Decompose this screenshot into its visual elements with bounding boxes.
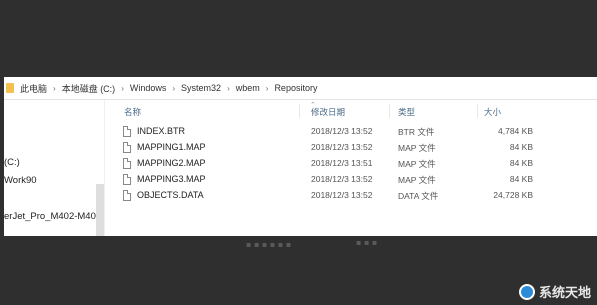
address-bar[interactable]: 此电脑 › 本地磁盘 (C:) › Windows › System32 › w…	[4, 77, 597, 100]
chevron-right-icon: ›	[172, 83, 176, 93]
file-date: 2018/12/3 13:52	[311, 126, 373, 136]
file-size: 24,728 KB	[493, 190, 533, 200]
breadcrumb-item[interactable]: wbem	[236, 83, 260, 93]
file-date: 2018/12/3 13:51	[311, 158, 373, 168]
column-divider[interactable]	[299, 104, 300, 118]
watermark-logo-icon	[518, 283, 535, 300]
file-icon	[123, 142, 131, 153]
breadcrumb-item[interactable]: Repository	[274, 83, 317, 93]
column-header-date[interactable]: 修改日期	[311, 106, 345, 118]
chevron-right-icon: ›	[53, 83, 56, 93]
file-size: 84 KB	[509, 142, 533, 152]
file-type: MAP 文件	[398, 159, 436, 169]
column-header-size[interactable]: 大小	[484, 106, 501, 118]
watermark-text: 系统天地	[538, 286, 591, 301]
file-date: 2018/12/3 13:52	[311, 190, 373, 200]
file-date: 2018/12/3 13:52	[311, 174, 373, 184]
file-name: MAPPING1.MAP	[137, 142, 206, 152]
chevron-right-icon: ›	[265, 83, 269, 93]
file-type: MAP 文件	[398, 175, 436, 185]
file-name: MAPPING3.MAP	[137, 174, 206, 184]
column-header-type[interactable]: 类型	[398, 106, 415, 118]
file-icon	[123, 190, 131, 201]
file-type: BTR 文件	[398, 127, 435, 137]
explorer-window: 此电脑 › 本地磁盘 (C:) › Windows › System32 › w…	[4, 77, 597, 236]
file-name: OBJECTS.DATA	[137, 190, 204, 200]
file-type: DATA 文件	[398, 191, 439, 201]
file-icon	[123, 126, 131, 137]
background-ghost-text: ▪ ▪ ▪ ▪ ▪ ▪	[246, 240, 292, 249]
file-size: 84 KB	[509, 158, 533, 168]
file-row[interactable]: MAPPING3.MAP 2018/12/3 13:52 MAP 文件 84 K…	[114, 172, 597, 188]
file-icon	[123, 158, 131, 169]
nav-item-printer[interactable]: erJet_Pro_M402-M403	[4, 211, 101, 222]
file-row[interactable]: MAPPING2.MAP 2018/12/3 13:51 MAP 文件 84 K…	[114, 156, 597, 172]
breadcrumb-item[interactable]: 此电脑	[20, 82, 47, 95]
file-name: INDEX.BTR	[137, 126, 186, 136]
file-icon	[123, 174, 131, 185]
column-divider[interactable]	[477, 104, 478, 118]
file-name: MAPPING2.MAP	[137, 158, 206, 168]
breadcrumb-item[interactable]: Windows	[130, 83, 167, 93]
file-row[interactable]: MAPPING1.MAP 2018/12/3 13:52 MAP 文件 84 K…	[114, 140, 597, 156]
file-size: 4,784 KB	[498, 126, 533, 136]
nav-scrollbar[interactable]	[96, 184, 104, 236]
file-size: 84 KB	[509, 174, 533, 184]
file-type: MAP 文件	[398, 143, 436, 153]
chevron-right-icon: ›	[121, 83, 124, 93]
column-divider[interactable]	[389, 104, 390, 118]
file-row[interactable]: OBJECTS.DATA 2018/12/3 13:52 DATA 文件 24,…	[114, 188, 597, 204]
background-ghost-text-2: ▪ ▪ ▪	[356, 238, 378, 247]
navigation-pane: (C:) Work90 erJet_Pro_M402-M403	[4, 100, 105, 236]
breadcrumb: 此电脑 › 本地磁盘 (C:) › Windows › System32 › w…	[20, 82, 317, 95]
column-header-name[interactable]: 名称	[124, 106, 141, 118]
file-date: 2018/12/3 13:52	[311, 142, 373, 152]
breadcrumb-item[interactable]: 本地磁盘 (C:)	[62, 82, 116, 95]
file-list: ⌃ 名称 修改日期 类型 大小 INDEX.BTR 2018/12/3 13:5…	[114, 100, 597, 236]
watermark: 系统天地	[518, 282, 591, 301]
nav-item-drive-c[interactable]: (C:)	[4, 157, 20, 168]
chevron-right-icon: ›	[227, 83, 230, 93]
nav-item-work90[interactable]: Work90	[4, 175, 37, 186]
breadcrumb-item[interactable]: System32	[181, 83, 221, 93]
file-row[interactable]: INDEX.BTR 2018/12/3 13:52 BTR 文件 4,784 K…	[114, 124, 597, 140]
folder-icon	[6, 83, 14, 93]
